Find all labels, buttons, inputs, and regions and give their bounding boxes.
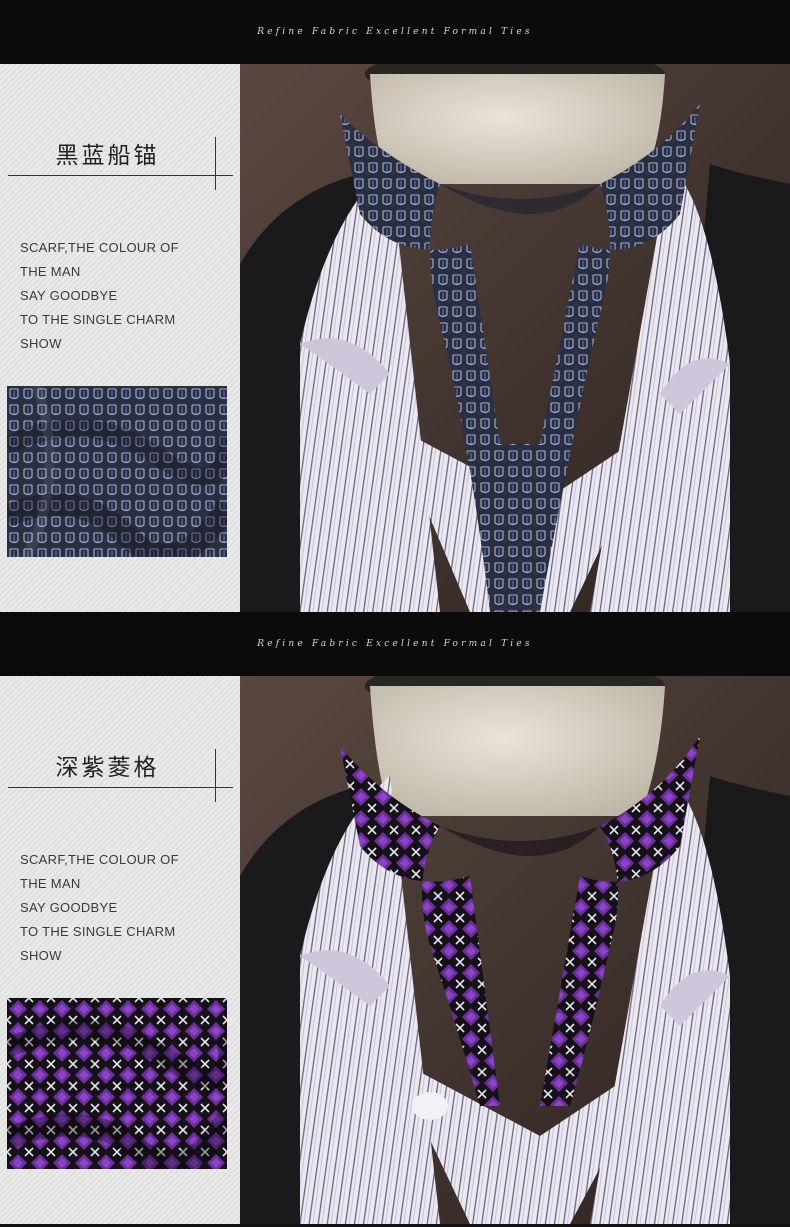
divider-vertical (215, 749, 216, 802)
middle-banner: Refine Fabric Excellent Formal Ties (0, 612, 790, 676)
divider-horizontal (8, 787, 233, 788)
description-line: SCARF,THE COLOUR OF (20, 852, 179, 867)
divider-vertical (215, 137, 216, 190)
description-line: SCARF,THE COLOUR OF (20, 240, 179, 255)
description-line: THE MAN (20, 264, 81, 279)
product-photo (240, 64, 790, 612)
banner-tagline: Refine Fabric Excellent Formal Ties (257, 27, 533, 37)
divider-horizontal (8, 175, 233, 176)
description-line: THE MAN (20, 876, 81, 891)
fabric-swatch (7, 998, 227, 1169)
description-line: SHOW (20, 336, 62, 351)
banner-tagline: Refine Fabric Excellent Formal Ties (257, 639, 533, 649)
product-description: SCARF,THE COLOUR OF THE MAN SAY GOODBYE … (20, 236, 235, 356)
description-line: TO THE SINGLE CHARM (20, 312, 176, 327)
product-title: 深紫菱格 (55, 755, 160, 781)
fabric-swatch (7, 386, 227, 557)
product-section-2: 深紫菱格 SCARF,THE COLOUR OF THE MAN SAY GOO… (0, 676, 790, 1224)
description-line: SAY GOODBYE (20, 288, 118, 303)
product-title: 黑蓝船锚 (55, 143, 160, 169)
product-photo (240, 676, 790, 1224)
top-banner: Refine Fabric Excellent Formal Ties (0, 0, 790, 64)
description-line: SAY GOODBYE (20, 900, 118, 915)
product-section-1: 黑蓝船锚 SCARF,THE COLOUR OF THE MAN SAY GOO… (0, 64, 790, 612)
description-line: TO THE SINGLE CHARM (20, 924, 176, 939)
description-line: SHOW (20, 948, 62, 963)
product-description: SCARF,THE COLOUR OF THE MAN SAY GOODBYE … (20, 848, 235, 968)
info-panel: 深紫菱格 SCARF,THE COLOUR OF THE MAN SAY GOO… (0, 676, 240, 1224)
info-panel: 黑蓝船锚 SCARF,THE COLOUR OF THE MAN SAY GOO… (0, 64, 240, 612)
